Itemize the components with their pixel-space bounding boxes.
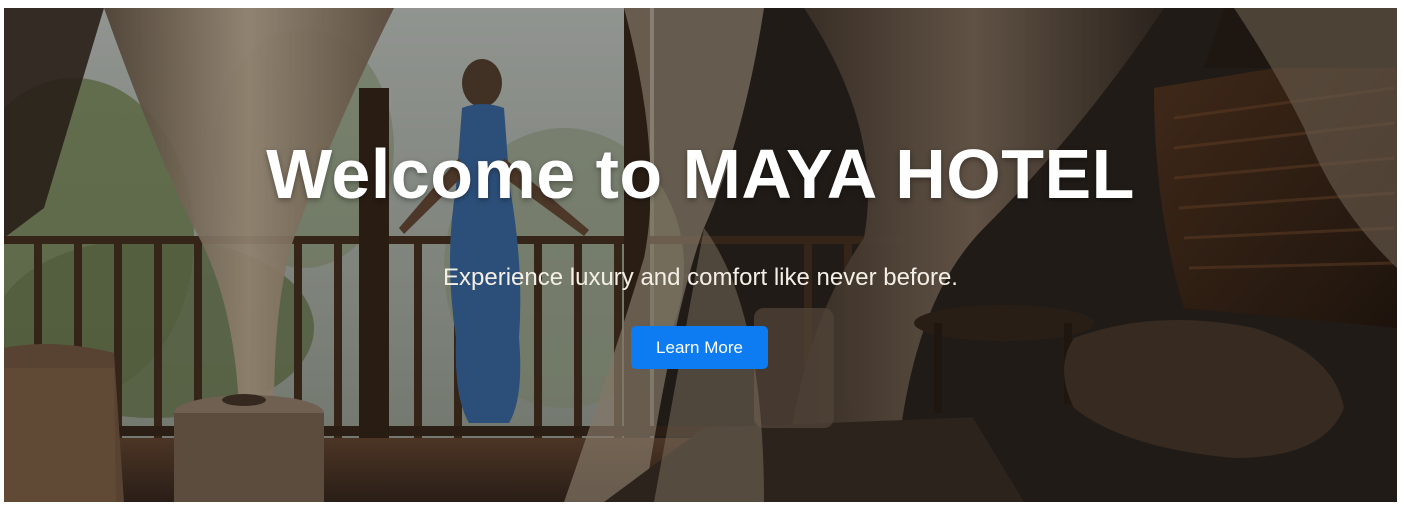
hero-title: Welcome to MAYA HOTEL — [266, 135, 1135, 213]
learn-more-button[interactable]: Learn More — [631, 326, 768, 369]
hero-subtitle: Experience luxury and comfort like never… — [443, 264, 958, 291]
hero-content: Welcome to MAYA HOTEL Experience luxury … — [4, 8, 1397, 502]
hero-section: Welcome to MAYA HOTEL Experience luxury … — [4, 8, 1397, 502]
